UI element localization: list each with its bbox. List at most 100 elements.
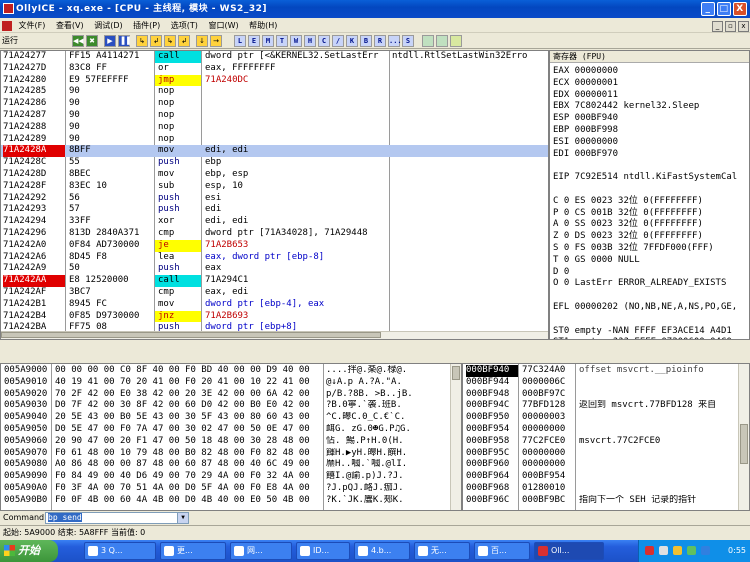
disasm-address[interactable]: 71A242A9	[3, 263, 65, 275]
disasm-address[interactable]: 71A24285	[3, 86, 65, 98]
disasm-address[interactable]: 71A242A6	[3, 252, 65, 264]
taskbar-button[interactable]: 无...	[414, 542, 470, 560]
stack-row[interactable]: 000BF954 00000000	[463, 424, 739, 436]
toolbar-button-5[interactable]: ↲	[150, 35, 162, 47]
taskbar-button[interactable]: 百...	[474, 542, 530, 560]
register-line[interactable]: EBP 000BF998	[553, 124, 618, 136]
stack-vscroll[interactable]	[738, 364, 749, 510]
toolbar-window-10[interactable]: R	[374, 35, 386, 47]
toolbar-window-11[interactable]: ...	[388, 35, 402, 47]
registers-pane[interactable]: 寄存器 (FPU) EAX 00000000 ECX 00000001 EDX 00…	[549, 50, 750, 340]
dump-row[interactable]: 005A9090 F0 84 49 00 40 D6 49 00 70 29 4A…	[1, 471, 451, 483]
register-line[interactable]: T 0 GS 0000 NULL	[553, 254, 640, 266]
toolbar-window-2[interactable]: M	[262, 35, 274, 47]
toolbar-window-12[interactable]: S	[402, 35, 414, 47]
toolbar-window-0[interactable]: L	[234, 35, 246, 47]
disasm-row[interactable]: 71A24287 90 nop	[1, 110, 548, 122]
toolbar-grid-icon[interactable]	[436, 35, 448, 47]
disasm-row[interactable]: 71A24293 57 push edi	[1, 204, 548, 216]
disasm-address[interactable]: 71A24292	[3, 193, 65, 205]
stack-row[interactable]: 000BF94C 77BFD128 返回到 msvcrt.77BFD128 来自	[463, 400, 739, 412]
taskbar-button[interactable]: 4.b...	[354, 542, 410, 560]
toolbar-window-3[interactable]: T	[276, 35, 288, 47]
mdi-close-button[interactable]: x	[738, 21, 749, 32]
mdi-restore-button[interactable]: ▫	[725, 21, 736, 32]
dump-row[interactable]: 005A90B0 F0 0F 4B 00 60 4A 4B 00 D0 4B 40…	[1, 495, 451, 507]
minimize-button[interactable]: _	[701, 2, 715, 16]
disasm-address[interactable]: 71A242A0	[3, 240, 65, 252]
disasm-address[interactable]: 71A2428F	[3, 181, 65, 193]
disasm-address[interactable]: 71A2428C	[3, 157, 65, 169]
dump-row[interactable]: 005A9080 A0 86 48 00 00 87 48 00 60 87 48…	[1, 459, 451, 471]
toolbar-button-2[interactable]: ▶	[104, 35, 116, 47]
disasm-address[interactable]: 71A242B4	[3, 311, 65, 323]
toolbar-button-6[interactable]: ↳	[164, 35, 176, 47]
toolbar-list-icon[interactable]	[422, 35, 434, 47]
toolbar-help-icon[interactable]	[450, 35, 462, 47]
register-line[interactable]: Z 0 DS 0023 32位 0(FFFFFFFF)	[553, 230, 703, 242]
disasm-row[interactable]: 71A24294 33FF xor edi, edi	[1, 216, 548, 228]
tray-network-icon[interactable]	[659, 546, 668, 555]
register-line[interactable]: ST1 empty -??? FFFF 07200600 04C0	[553, 336, 732, 339]
dump-row[interactable]: 005A9040 20 5E 43 00 B0 5E 43 00 30 5F 43…	[1, 412, 451, 424]
register-line[interactable]: P 0 CS 001B 32位 0(FFFFFFFF)	[553, 207, 703, 219]
command-input[interactable]: bp send ▼	[45, 512, 189, 524]
stack-pane[interactable]: 000BF940 77C324A0 offset msvcrt.__pioinfo 0…	[462, 363, 750, 511]
taskbar-button[interactable]: Oll...	[534, 542, 604, 560]
register-line[interactable]: ESP 000BF940	[553, 112, 618, 124]
disasm-row[interactable]: 71A24289 90 nop	[1, 134, 548, 146]
disasm-address[interactable]: 71A24296	[3, 228, 65, 240]
disasm-address[interactable]: 71A24293	[3, 204, 65, 216]
disasm-row[interactable]: 71A242A0 0F84 AD730000 je 71A2B653	[1, 239, 548, 252]
register-line[interactable]: EIP 7C92E514 ntdll.KiFastSystemCal	[553, 171, 737, 183]
disasm-address[interactable]: 71A24280	[3, 75, 65, 87]
toolbar-window-1[interactable]: E	[248, 35, 260, 47]
taskbar-button[interactable]: 网...	[230, 542, 292, 560]
tray-ime-icon[interactable]	[701, 546, 710, 555]
stack-row[interactable]: 000BF964 000BF954	[463, 471, 739, 483]
toolbar-button-9[interactable]: →	[210, 35, 222, 47]
register-line[interactable]: EDX 00000011	[553, 89, 618, 101]
disasm-row[interactable]: 71A2428C 55 push ebp	[1, 157, 548, 169]
toolbar-window-6[interactable]: C	[318, 35, 330, 47]
stack-row[interactable]: 000BF944 0000006C	[463, 377, 739, 389]
register-line[interactable]: S 0 FS 003B 32位 7FFDF000(FFF)	[553, 242, 714, 254]
toolbar-window-4[interactable]: W	[290, 35, 302, 47]
disasm-row[interactable]: 71A24286 90 nop	[1, 98, 548, 110]
register-line[interactable]: ECX 00000001	[553, 77, 618, 89]
menu-debug[interactable]: 调试(D)	[90, 18, 126, 33]
disasm-row[interactable]: 71A2428F 83EC 10 sub esp, 10	[1, 181, 548, 193]
dump-row[interactable]: 005A9010 40 19 41 00 70 20 41 00 F0 20 41…	[1, 377, 451, 389]
disasm-address[interactable]: 71A242B1	[3, 299, 65, 311]
disasm-row[interactable]: 71A2428D 8BEC mov ebp, esp	[1, 169, 548, 181]
tray-security-icon[interactable]	[673, 546, 682, 555]
register-line[interactable]: EAX 00000000	[553, 65, 618, 77]
toolbar-button-0[interactable]: ◀◀	[72, 35, 84, 47]
disasm-row[interactable]: 71A24292 56 push esi	[1, 193, 548, 205]
toolbar-button-8[interactable]: ↓	[196, 35, 208, 47]
maximize-button[interactable]: □	[717, 2, 731, 16]
disasm-row[interactable]: 71A24277 FF15 A4114271 call dword ptr [<&KE…	[1, 51, 548, 63]
stack-row[interactable]: 000BF950 00000003	[463, 412, 739, 424]
toolbar-window-9[interactable]: B	[360, 35, 372, 47]
disasm-row[interactable]: 71A242B1 8945 FC mov dword ptr [ebp-4], eax	[1, 299, 548, 311]
disasm-address[interactable]: 71A24287	[3, 110, 65, 122]
disasm-row[interactable]: 71A2427D 83C8 FF or eax, FFFFFFFF	[1, 63, 548, 75]
disasm-address[interactable]: 71A24286	[3, 98, 65, 110]
toolbar-button-1[interactable]: ✖	[86, 35, 98, 47]
stack-row[interactable]: 000BF960 00000000	[463, 459, 739, 471]
menu-file[interactable]: 文件(F)	[15, 18, 50, 33]
disasm-address[interactable]: 71A242AA	[3, 275, 65, 287]
disasm-address[interactable]: 71A24294	[3, 216, 65, 228]
stack-row[interactable]: 000BF968 01280010	[463, 483, 739, 495]
stack-row[interactable]: 000BF958 77C2FCE0 msvcrt.77C2FCE0	[463, 436, 739, 448]
dump-row[interactable]: 005A90A0 F0 3F 4A 00 70 51 4A 00 D0 5F 4A…	[1, 483, 451, 495]
register-line[interactable]: EFL 00000202 (NO,NB,NE,A,NS,PO,GE,	[553, 301, 737, 313]
disasm-address[interactable]: 71A24288	[3, 122, 65, 134]
disasm-row[interactable]: 71A24296 813D 2840A371 cmp dword ptr [71A34…	[1, 228, 548, 240]
disasm-address[interactable]: 71A2427D	[3, 63, 65, 75]
register-line[interactable]: ST0 empty -NAN FFFF EF3ACE14 A4D1	[553, 325, 732, 337]
register-line[interactable]: ESI 00000000	[553, 136, 618, 148]
taskbar-button[interactable]: 3 Q...	[84, 542, 156, 560]
dump-row[interactable]: 005A9060 20 90 47 00 20 F1 47 00 50 18 48…	[1, 436, 451, 448]
